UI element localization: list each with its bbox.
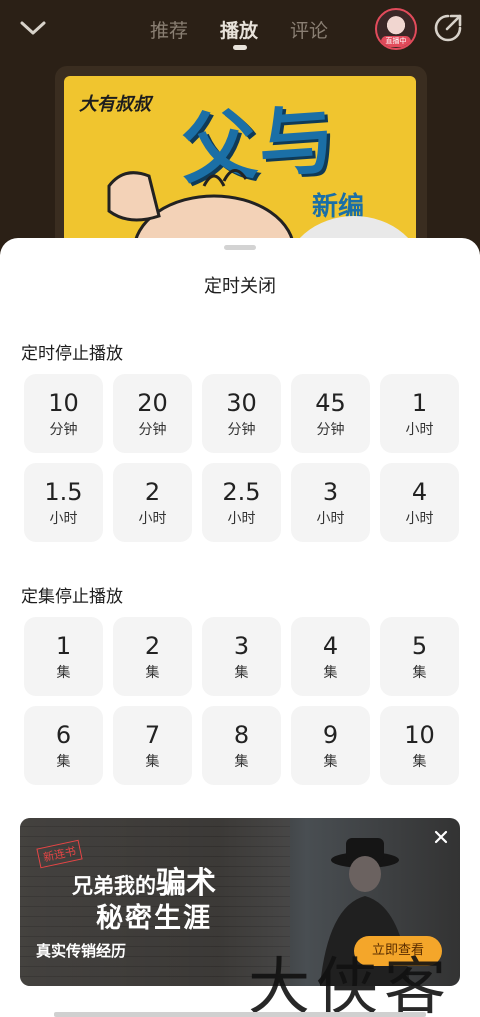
option-value: 3 (233, 631, 250, 660)
option-value: 4 (322, 631, 339, 660)
option-unit: 分钟 (316, 421, 345, 438)
episode-options-grid: 1集 2集 3集 4集 5集 6集 7集 8集 9集 10 集 (24, 617, 459, 785)
episode-option-4[interactable]: 4集 (291, 617, 370, 696)
episode-option-9[interactable]: 9集 (291, 706, 370, 785)
tab-bar: 推荐 播放 评论 (140, 14, 340, 54)
option-value: 2 (144, 631, 161, 660)
top-bar: 推荐 播放 评论 直播中 (0, 0, 480, 60)
option-value: 5 (411, 631, 428, 660)
timer-option-4h[interactable]: 4 小时 (380, 463, 459, 542)
timer-option-45min[interactable]: 45 分钟 (291, 374, 370, 453)
option-value: 30 (226, 388, 257, 417)
option-value: 10 (404, 720, 435, 749)
ad-title-line2: 秘密生涯 (96, 903, 212, 934)
option-value: 6 (55, 720, 72, 749)
episode-option-7[interactable]: 7集 (113, 706, 192, 785)
option-value: 7 (144, 720, 161, 749)
option-value: 2.5 (222, 477, 261, 506)
option-value: 8 (233, 720, 250, 749)
option-unit: 集 (56, 753, 71, 770)
close-icon[interactable] (432, 828, 450, 846)
timer-option-1h[interactable]: 1 小时 (380, 374, 459, 453)
timer-option-2-5h[interactable]: 2.5 小时 (202, 463, 281, 542)
home-indicator (54, 1012, 426, 1017)
sheet-drag-handle[interactable] (224, 245, 256, 250)
tab-play[interactable]: 播放 (220, 16, 258, 43)
live-badge: 直播中 (381, 36, 411, 47)
option-unit: 小时 (316, 510, 345, 527)
timer-options-grid: 10 分钟 20 分钟 30 分钟 45 分钟 1 小时 1.5 小时 2 小时 2.5 小时 … (24, 374, 459, 542)
option-value: 45 (315, 388, 346, 417)
option-unit: 小时 (405, 421, 434, 438)
option-unit: 小时 (405, 510, 434, 527)
option-value: 9 (322, 720, 339, 749)
episode-option-1[interactable]: 1集 (24, 617, 103, 696)
option-unit: 集 (323, 753, 338, 770)
episode-option-5[interactable]: 5集 (380, 617, 459, 696)
anchor-avatar[interactable]: 直播中 (375, 8, 417, 50)
option-unit: 小时 (227, 510, 256, 527)
timer-option-10min[interactable]: 10 分钟 (24, 374, 103, 453)
timer-option-2h[interactable]: 2 小时 (113, 463, 192, 542)
chevron-down-icon[interactable] (18, 14, 48, 42)
option-value: 3 (322, 477, 339, 506)
watermark: 大侠客 (248, 950, 453, 1017)
option-unit: 集 (145, 664, 160, 681)
tab-comments[interactable]: 评论 (290, 16, 328, 43)
option-value: 1 (55, 631, 72, 660)
share-icon[interactable] (432, 12, 464, 44)
option-unit: 集 (412, 753, 427, 770)
option-unit: 集 (234, 753, 249, 770)
episode-option-3[interactable]: 3集 (202, 617, 281, 696)
option-value: 1.5 (44, 477, 83, 506)
ad-title-prefix: 兄弟我的 (72, 873, 156, 898)
option-unit: 集 (412, 664, 427, 681)
option-unit: 分钟 (138, 421, 167, 438)
option-value: 4 (411, 477, 428, 506)
option-unit: 集 (234, 664, 249, 681)
option-unit: 分钟 (49, 421, 78, 438)
option-value: 20 (137, 388, 168, 417)
timer-section-title: 定时停止播放 (21, 344, 123, 364)
episode-option-2[interactable]: 2集 (113, 617, 192, 696)
option-value: 1 (411, 388, 428, 417)
timer-option-30min[interactable]: 30 分钟 (202, 374, 281, 453)
timer-option-1-5h[interactable]: 1.5 小时 (24, 463, 103, 542)
option-unit: 集 (323, 664, 338, 681)
sheet-title: 定时关闭 (204, 276, 276, 297)
option-unit: 集 (145, 753, 160, 770)
option-unit: 集 (56, 664, 71, 681)
option-unit: 小时 (138, 510, 167, 527)
timer-option-3h[interactable]: 3 小时 (291, 463, 370, 542)
episode-option-10[interactable]: 10 集 (380, 706, 459, 785)
ad-subtitle: 真实传销经历 (36, 942, 127, 960)
option-value: 2 (144, 477, 161, 506)
timer-option-20min[interactable]: 20 分钟 (113, 374, 192, 453)
episode-option-6[interactable]: 6集 (24, 706, 103, 785)
option-unit: 分钟 (227, 421, 256, 438)
tab-recommend[interactable]: 推荐 (150, 16, 188, 43)
active-tab-indicator (233, 45, 247, 50)
episode-option-8[interactable]: 8集 (202, 706, 281, 785)
option-value: 10 (48, 388, 79, 417)
option-unit: 小时 (49, 510, 78, 527)
episode-section-title: 定集停止播放 (21, 587, 123, 607)
